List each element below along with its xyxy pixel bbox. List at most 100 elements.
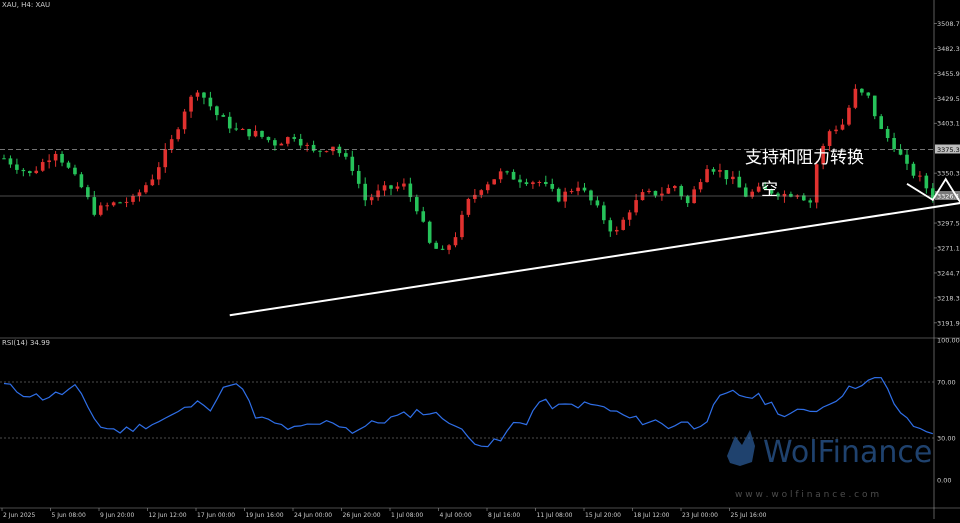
candle-body bbox=[73, 167, 77, 175]
candle-body bbox=[705, 169, 709, 183]
time-tick-label: 12 Jun 12:00 bbox=[149, 512, 187, 519]
candle-body bbox=[98, 205, 103, 215]
candle-body bbox=[466, 198, 471, 215]
candle-body bbox=[524, 182, 529, 185]
candle-body bbox=[86, 187, 90, 198]
candle-body bbox=[286, 137, 290, 144]
rsi-tick-label: 100.00 bbox=[937, 337, 960, 345]
candle-body bbox=[627, 212, 632, 220]
time-tick-label: 15 Jul 20:00 bbox=[585, 512, 621, 519]
time-tick-label: 23 Jul 00:00 bbox=[682, 512, 718, 519]
rsi-label: RSI(14) 34.99 bbox=[2, 339, 51, 347]
candle-body bbox=[834, 129, 838, 132]
candle-body bbox=[492, 179, 496, 185]
candle-body bbox=[711, 169, 716, 172]
candle-body bbox=[440, 248, 445, 250]
chart-svg: 3191.90 3218.30 3244.70 3271.10 3297.50 3350.… bbox=[0, 0, 960, 519]
candle-body bbox=[731, 176, 735, 180]
price-tick-label: 3191.90 bbox=[937, 319, 960, 327]
watermark-url: w w w . w o l f i n a n c e . c o m bbox=[735, 490, 879, 500]
candle-body bbox=[202, 92, 206, 98]
candle-body bbox=[415, 197, 419, 212]
candle-body bbox=[324, 151, 329, 153]
candle-body bbox=[718, 170, 722, 172]
candle-body bbox=[434, 242, 438, 249]
candle-body bbox=[924, 175, 929, 189]
candle-body bbox=[531, 182, 535, 185]
candle-body bbox=[866, 92, 871, 96]
time-tick-label: 5 Jun 08:00 bbox=[52, 512, 86, 519]
candle-body bbox=[485, 184, 490, 191]
time-tick-label: 19 Jun 16:00 bbox=[246, 512, 284, 519]
candle-body bbox=[860, 88, 864, 93]
candle-body bbox=[350, 156, 355, 171]
candle-body bbox=[21, 169, 26, 172]
candle-body bbox=[47, 160, 51, 163]
candle-body bbox=[292, 137, 297, 139]
candle-body bbox=[144, 185, 148, 193]
candle-body bbox=[305, 144, 309, 146]
candle-body bbox=[28, 171, 32, 174]
time-tick-label: 1 Jul 08:00 bbox=[391, 512, 423, 519]
candle-body bbox=[634, 200, 638, 213]
candle-body bbox=[356, 170, 361, 184]
candle-body bbox=[789, 193, 793, 197]
price-tick-label: 3429.50 bbox=[937, 95, 960, 103]
candle-body bbox=[602, 205, 606, 221]
candle-body bbox=[8, 158, 13, 165]
candle-body bbox=[724, 170, 729, 180]
price-tick-label: 3403.10 bbox=[937, 120, 960, 128]
dashed-level-label: 3375.30 bbox=[937, 146, 960, 154]
time-tick-label: 25 Jul 16:00 bbox=[731, 512, 767, 519]
price-tick-label: 3218.30 bbox=[937, 294, 960, 302]
candle-body bbox=[608, 220, 613, 232]
candle-body bbox=[879, 116, 883, 129]
candle-body bbox=[105, 205, 109, 207]
candle-body bbox=[505, 171, 509, 173]
candle-body bbox=[189, 96, 193, 112]
candle-body bbox=[453, 237, 458, 246]
candle-body bbox=[840, 124, 845, 130]
candle-body bbox=[421, 211, 426, 222]
candle-body bbox=[698, 182, 703, 190]
candle-body bbox=[208, 97, 213, 107]
candle-body bbox=[273, 140, 277, 146]
candle-body bbox=[660, 193, 664, 196]
candle-body bbox=[195, 92, 200, 97]
candle-body bbox=[892, 137, 896, 150]
candle-body bbox=[460, 214, 464, 238]
candle-body bbox=[344, 153, 348, 157]
candle-body bbox=[402, 183, 406, 187]
candle-body bbox=[447, 245, 451, 250]
candle-body bbox=[898, 149, 903, 155]
candle-body bbox=[337, 146, 342, 154]
candle-body bbox=[247, 129, 251, 137]
candle-body bbox=[79, 174, 84, 188]
candle-body bbox=[550, 183, 555, 189]
time-tick-label: 4 Jul 00:00 bbox=[440, 512, 472, 519]
candle-body bbox=[176, 129, 180, 140]
candle-body bbox=[911, 163, 916, 176]
candle-body bbox=[260, 130, 264, 137]
chart-window: 3191.90 3218.30 3244.70 3271.10 3297.50 3350.… bbox=[0, 0, 960, 519]
candle-body bbox=[498, 171, 503, 180]
candle-body bbox=[614, 229, 619, 232]
candle-body bbox=[118, 202, 122, 204]
candle-body bbox=[227, 116, 232, 129]
candle-body bbox=[621, 219, 625, 230]
candle-body bbox=[34, 170, 39, 174]
candle-body bbox=[234, 128, 238, 130]
candle-body bbox=[66, 162, 71, 168]
time-tick-label: 11 Jul 08:00 bbox=[537, 512, 573, 519]
candle-body bbox=[653, 190, 658, 196]
candle-body bbox=[673, 186, 677, 189]
candle-body bbox=[853, 88, 858, 108]
time-tick-label: 17 Jun 00:00 bbox=[197, 512, 235, 519]
candle-body bbox=[808, 200, 813, 203]
candle-body bbox=[15, 164, 19, 170]
candle-body bbox=[382, 185, 387, 191]
rsi-tick-label: 70.00 bbox=[937, 379, 956, 387]
short-annotation: 空 bbox=[761, 180, 778, 200]
candle-body bbox=[40, 162, 45, 171]
time-tick-label: 9 Jun 20:00 bbox=[100, 512, 134, 519]
